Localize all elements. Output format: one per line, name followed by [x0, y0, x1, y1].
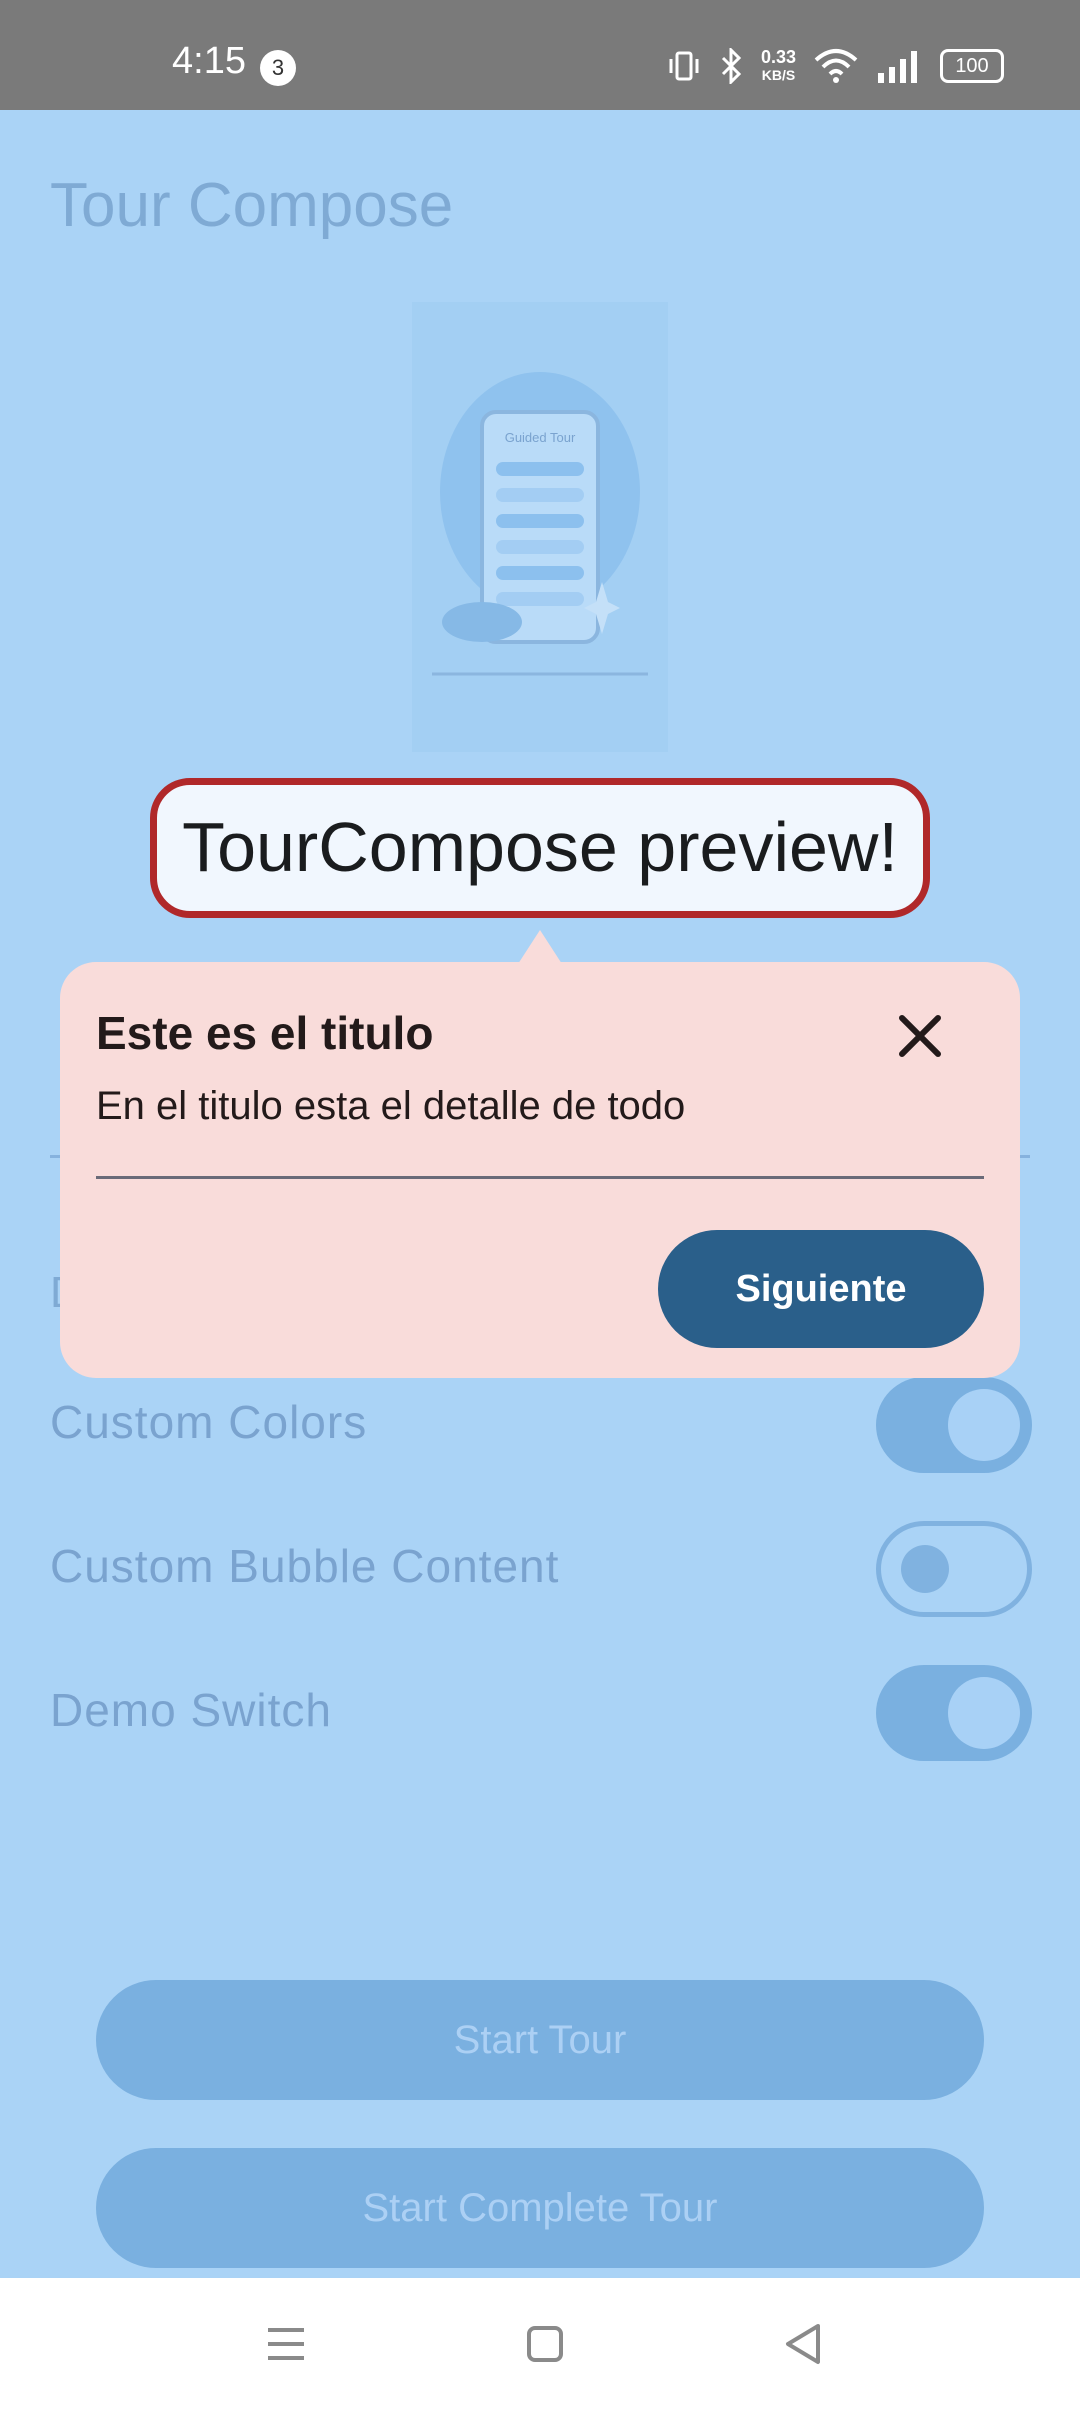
- start-tour-button[interactable]: Start Tour: [96, 1980, 984, 2100]
- network-speed: 0.33 KB/S: [760, 47, 796, 83]
- signal-icon: [878, 51, 917, 83]
- moon-icon[interactable]: [970, 170, 1030, 250]
- tour-bubble: Este es el titulo En el titulo esta el d…: [60, 962, 1020, 1378]
- app-title: Tour Compose: [50, 171, 454, 240]
- battery-indicator: 100: [940, 49, 1004, 83]
- clock: 4:15: [172, 40, 246, 82]
- navigation-bar: [0, 2278, 1080, 2412]
- setting-label-custom-bubble: Custom Bubble Content: [50, 1540, 560, 1592]
- demo-switch-toggle[interactable]: [876, 1665, 1032, 1761]
- close-icon[interactable]: [880, 996, 960, 1076]
- bubble-title: Este es el titulo: [96, 1007, 434, 1059]
- guided-tour-illustration: Guided Tour: [432, 372, 648, 676]
- custom-bubble-content-toggle[interactable]: [876, 1521, 1032, 1617]
- vibrate-icon: [669, 51, 699, 81]
- status-bar: 4:15 3 0.33 KB/S 100: [0, 0, 1080, 110]
- svg-text:Guided Tour: Guided Tour: [505, 430, 576, 445]
- home-icon[interactable]: [515, 2314, 575, 2374]
- wifi-icon: [814, 49, 858, 83]
- status-icons: 0.33 KB/S 100: [667, 44, 1004, 88]
- tour-highlighted-text[interactable]: TourCompose preview!: [150, 778, 930, 918]
- back-icon[interactable]: [774, 2314, 834, 2374]
- hero-image: Guided Tour: [412, 302, 668, 752]
- setting-label-demo-switch: Demo Switch: [50, 1684, 332, 1736]
- bubble-divider: [96, 1176, 984, 1179]
- custom-colors-toggle[interactable]: [876, 1377, 1032, 1473]
- next-button[interactable]: Siguiente: [658, 1230, 984, 1348]
- bubble-description: En el titulo esta el detalle de todo: [96, 1084, 686, 1128]
- bubble-arrow: [518, 930, 562, 964]
- menu-icon[interactable]: [256, 2314, 316, 2374]
- notification-badge: 3: [260, 50, 296, 86]
- start-complete-tour-button[interactable]: Start Complete Tour: [96, 2148, 984, 2268]
- setting-label-custom-colors: Custom Colors: [50, 1396, 368, 1448]
- bluetooth-icon: [721, 48, 742, 84]
